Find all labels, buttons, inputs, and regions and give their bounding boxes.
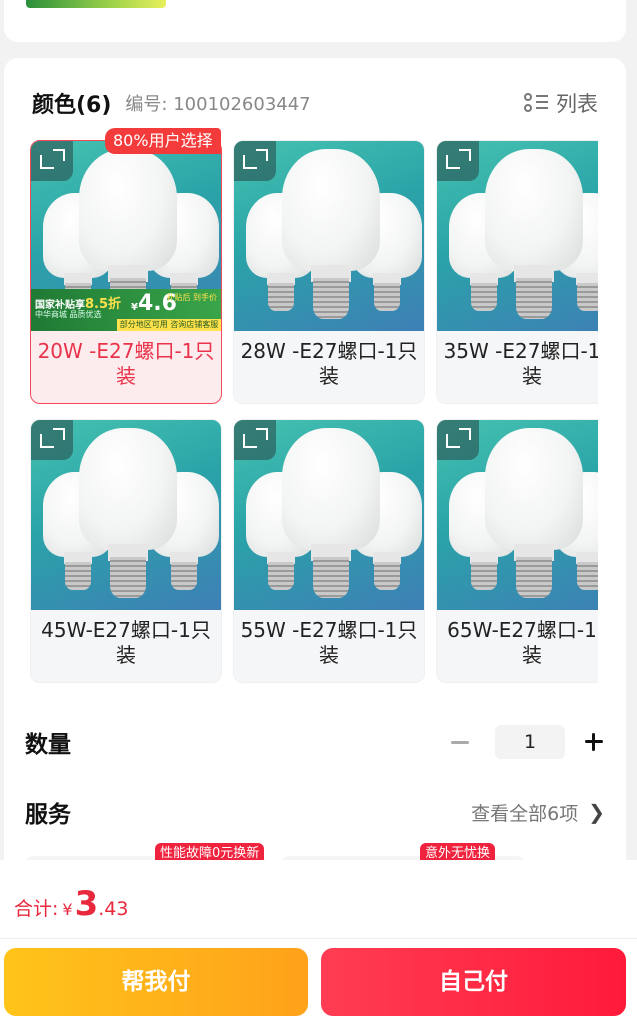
total-integer: 3	[74, 884, 99, 924]
product-image	[234, 141, 424, 331]
total-price: 合计: ¥ 3 .43	[14, 884, 128, 924]
color-header: 颜色(6) 编号: 100102603447 列表	[32, 88, 598, 118]
view-all-services-label: 查看全部6项	[471, 802, 579, 825]
subsidy-banner: 国家补贴享8.5折 中华商城 品质优选 ¥4.6 补贴后 到手价 部分地区可用 …	[31, 289, 221, 331]
subsidy-currency: ¥	[131, 302, 138, 313]
view-all-services-link[interactable]: 查看全部6项 ❯	[471, 799, 605, 826]
option-card-35w[interactable]: 35W -E27螺口-1只装	[436, 140, 598, 404]
subsidy-footnote: 部分地区可用 咨询店铺客服	[117, 319, 221, 331]
product-image: 国家补贴享8.5折 中华商城 品质优选 ¥4.6 补贴后 到手价 部分地区可用 …	[31, 141, 221, 331]
option-label: 55W -E27螺口-1只装	[240, 618, 418, 667]
expand-icon[interactable]	[234, 141, 276, 181]
option-grid: 国家补贴享8.5折 中华商城 品质优选 ¥4.6 补贴后 到手价 部分地区可用 …	[30, 140, 598, 690]
list-view-toggle[interactable]: 列表	[524, 88, 598, 118]
pay-myself-button[interactable]: 自己付	[321, 948, 626, 1016]
checkout-bar: 合计: ¥ 3 .43 帮我付 自己付	[0, 860, 637, 1027]
option-label: 28W -E27螺口-1只装	[240, 339, 418, 388]
bulb-image	[485, 149, 583, 319]
option-label: 20W -E27螺口-1只装	[37, 339, 215, 388]
top-product-thumbnail	[26, 0, 166, 8]
service-row: 服务 查看全部6项 ❯	[25, 792, 605, 832]
option-card-28w[interactable]: 28W -E27螺口-1只装	[233, 140, 425, 404]
list-view-icon	[524, 92, 548, 114]
option-label: 35W -E27螺口-1只装	[443, 339, 598, 388]
product-image	[31, 420, 221, 610]
subsidy-subtext: 中华商城 品质优选	[35, 310, 102, 319]
plus-icon[interactable]	[583, 731, 605, 753]
subsidy-tag: 补贴后 到手价	[166, 293, 217, 302]
option-card-65w[interactable]: 65W-E27螺口-1只装	[436, 419, 598, 683]
quantity-row: 数量	[25, 720, 605, 764]
bulb-image	[282, 149, 380, 319]
product-image	[437, 141, 598, 331]
service-label: 服务	[25, 802, 71, 828]
divider	[0, 938, 637, 939]
expand-icon[interactable]	[31, 420, 73, 460]
top-panel-remnant	[4, 0, 626, 42]
expand-icon[interactable]	[234, 420, 276, 460]
sku-code: 编号: 100102603447	[125, 94, 311, 115]
total-currency: ¥	[62, 900, 73, 919]
bulb-image	[282, 428, 380, 598]
bulb-image	[485, 428, 583, 598]
expand-icon[interactable]	[31, 141, 73, 181]
product-image	[234, 420, 424, 610]
help-me-pay-button[interactable]: 帮我付	[4, 948, 308, 1016]
quantity-label: 数量	[25, 732, 71, 758]
color-title: 颜色(6)	[32, 93, 112, 118]
option-card-20w[interactable]: 国家补贴享8.5折 中华商城 品质优选 ¥4.6 补贴后 到手价 部分地区可用 …	[30, 140, 222, 404]
option-label: 65W-E27螺口-1只装	[447, 618, 598, 667]
option-label: 45W-E27螺口-1只装	[41, 618, 211, 667]
quantity-input[interactable]	[495, 725, 565, 759]
bulb-image	[79, 428, 177, 598]
option-card-45w[interactable]: 45W-E27螺口-1只装	[30, 419, 222, 683]
sku-selector-page: 颜色(6) 编号: 100102603447 列表 国家补贴享8.5折 中华商城…	[0, 0, 637, 1027]
total-decimal: .43	[98, 898, 129, 920]
product-image	[437, 420, 598, 610]
option-card-55w[interactable]: 55W -E27螺口-1只装	[233, 419, 425, 683]
total-label: 合计:	[14, 898, 59, 920]
list-view-label: 列表	[556, 92, 598, 116]
minus-icon[interactable]	[449, 731, 471, 753]
expand-icon[interactable]	[437, 420, 479, 460]
chevron-right-icon: ❯	[588, 800, 605, 824]
popular-choice-badge: 80%用户选择	[105, 128, 221, 154]
expand-icon[interactable]	[437, 141, 479, 181]
